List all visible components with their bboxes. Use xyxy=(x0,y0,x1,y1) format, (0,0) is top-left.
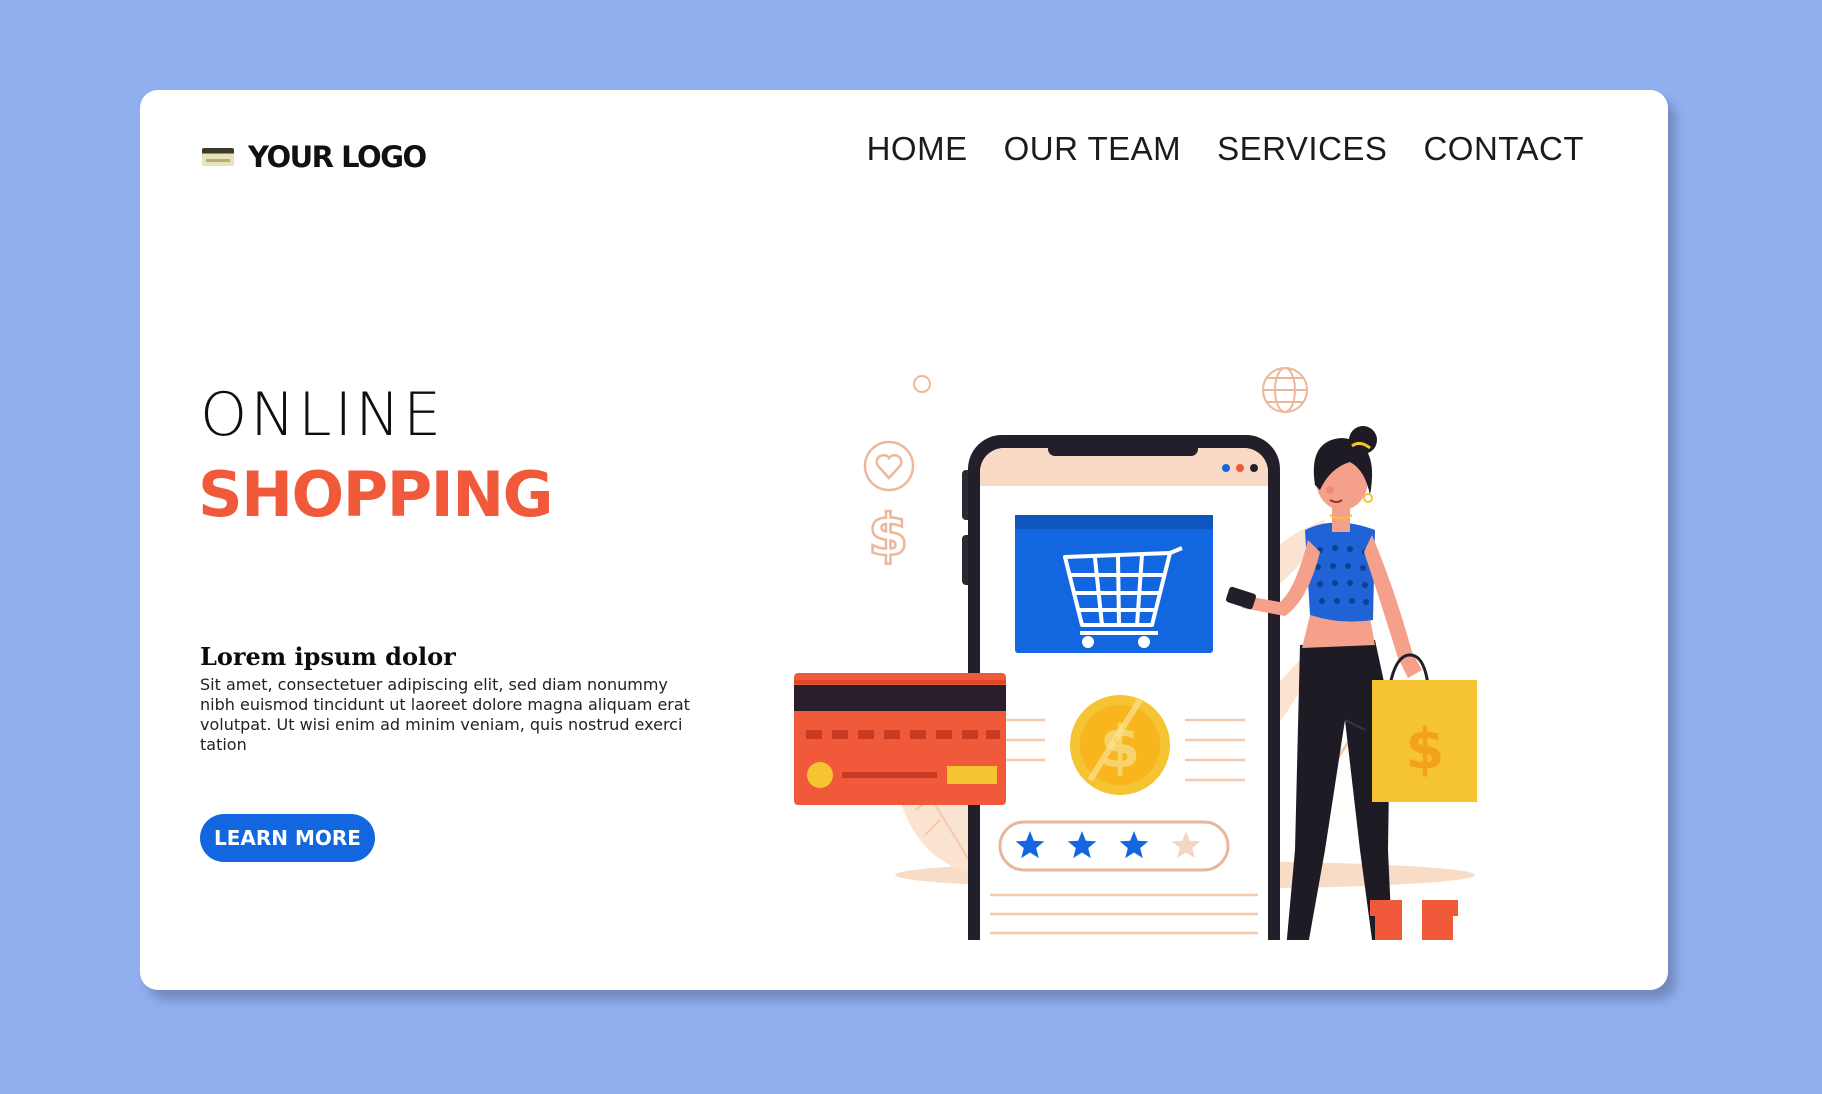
landing-card: YOUR LOGO HOME OUR TEAM SERVICES CONTACT… xyxy=(140,90,1668,990)
globe-icon xyxy=(1262,367,1308,413)
nav-services[interactable]: SERVICES xyxy=(1217,130,1387,168)
nav-home[interactable]: HOME xyxy=(867,130,968,168)
gift-box-icon xyxy=(1370,900,1458,940)
main-nav: HOME OUR TEAM SERVICES CONTACT xyxy=(867,130,1584,168)
svg-text:$: $ xyxy=(1406,717,1445,782)
nav-our-team[interactable]: OUR TEAM xyxy=(1004,130,1182,168)
section-subtitle: Lorem ipsum dolor xyxy=(200,642,456,671)
learn-more-button[interactable]: LEARN MORE xyxy=(200,814,375,862)
logo-text: YOUR LOGO xyxy=(248,140,427,174)
svg-text:$: $ xyxy=(868,501,908,569)
nav-contact[interactable]: CONTACT xyxy=(1423,130,1584,168)
smartphone: $ xyxy=(962,435,1280,940)
credit-card-icon xyxy=(794,673,1006,805)
logo[interactable]: YOUR LOGO xyxy=(202,140,427,174)
coin-icon: $ xyxy=(1070,695,1170,795)
hero-title-bottom: SHOPPING xyxy=(198,458,553,531)
body-text: Sit amet, consectetuer adipiscing elit, … xyxy=(200,675,690,754)
heart-icon xyxy=(863,440,915,492)
hero-title-top: ONLINE xyxy=(200,380,445,450)
shopping-bag-icon: $ xyxy=(1372,653,1477,802)
svg-text:$: $ xyxy=(1100,713,1140,781)
shopping-illustration: $ $ $ xyxy=(794,367,1477,940)
circle-decoration xyxy=(913,375,931,393)
card-icon xyxy=(202,148,234,166)
dollar-icon: $ xyxy=(867,500,910,571)
